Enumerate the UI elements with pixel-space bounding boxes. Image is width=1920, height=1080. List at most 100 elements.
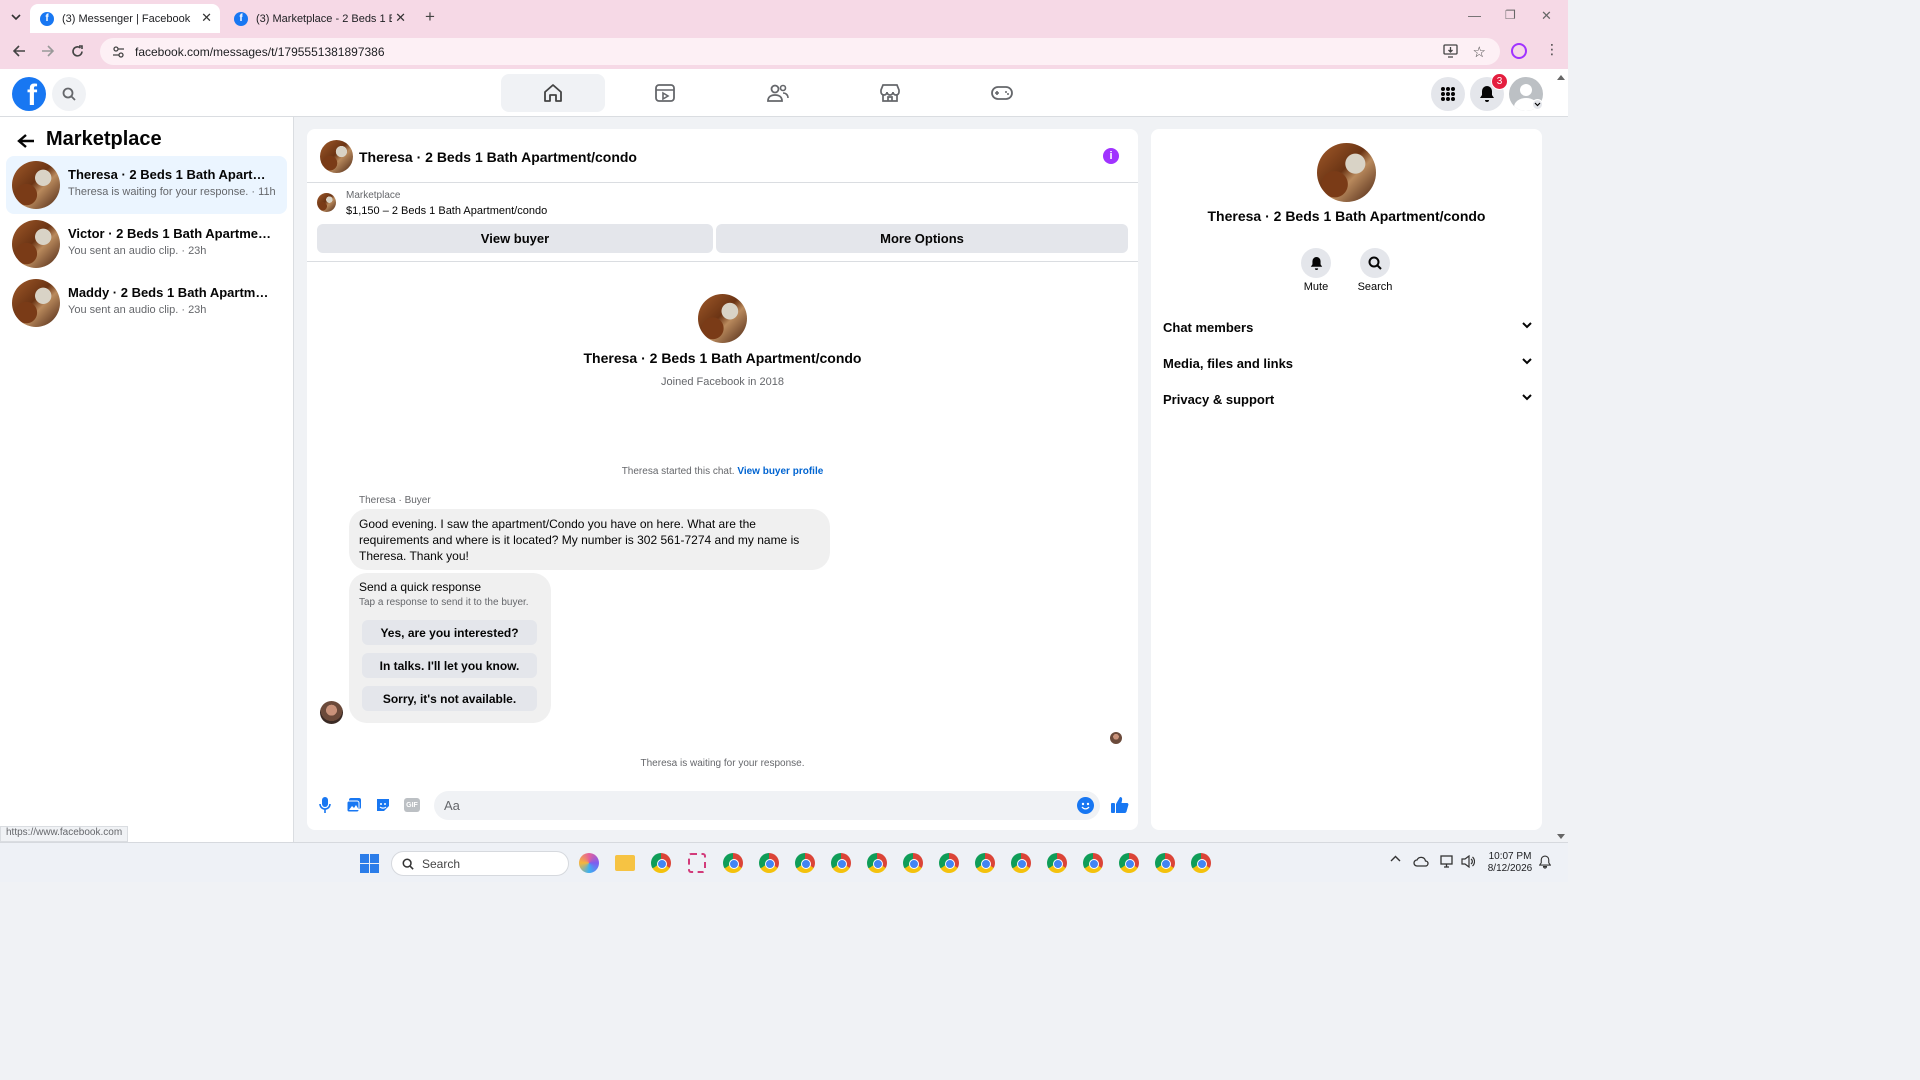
tab-search-icon[interactable]	[8, 9, 24, 25]
profile-icon[interactable]	[1511, 43, 1527, 59]
chrome-icon[interactable]	[759, 853, 779, 873]
conversation-title: Maddy · 2 Beds 1 Bath Apartment/...	[68, 285, 273, 300]
chat-title[interactable]: Theresa · 2 Beds 1 Bath Apartment/condo	[359, 149, 637, 165]
windows-start-icon[interactable]	[360, 854, 379, 873]
chrome-icon[interactable]	[903, 853, 923, 873]
message-input[interactable]: Aa	[434, 791, 1100, 820]
details-avatar[interactable]	[1317, 143, 1376, 202]
chrome-icon[interactable]	[1155, 853, 1175, 873]
chrome-icon[interactable]	[723, 853, 743, 873]
chrome-icon[interactable]	[831, 853, 851, 873]
search-icon	[402, 858, 414, 870]
reload-icon[interactable]	[68, 42, 86, 60]
view-buyer-button[interactable]: View buyer	[317, 224, 713, 253]
section-media-files-links[interactable]: Media, files and links	[1163, 350, 1533, 376]
volume-icon[interactable]	[1461, 855, 1475, 868]
conversation-item-victor[interactable]: Victor · 2 Beds 1 Bath Apartment/c... Yo…	[6, 215, 287, 273]
search-icon[interactable]	[1360, 248, 1390, 278]
emoji-icon[interactable]	[1077, 797, 1094, 814]
chrome-icon[interactable]	[1119, 853, 1139, 873]
more-options-button[interactable]: More Options	[716, 224, 1128, 253]
account-chevron-icon[interactable]	[1532, 99, 1543, 110]
mute-bell-icon[interactable]	[1301, 248, 1331, 278]
chrome-icon[interactable]	[795, 853, 815, 873]
info-icon[interactable]: i	[1103, 148, 1119, 164]
profile-avatar[interactable]	[698, 294, 747, 343]
taskbar-search-box[interactable]: Search	[391, 851, 569, 876]
page-scrollbar[interactable]	[1556, 72, 1566, 842]
clock[interactable]: 10:07 PM 8/12/2026	[1480, 851, 1540, 875]
nav-video[interactable]	[613, 74, 717, 112]
chrome-icon[interactable]	[1191, 853, 1211, 873]
nav-home[interactable]	[501, 74, 605, 112]
chrome-icon[interactable]	[975, 853, 995, 873]
tab-marketplace[interactable]: f (3) Marketplace - 2 Beds 1 Bath ✕	[224, 4, 414, 33]
url-field[interactable]: facebook.com/messages/t/1795551381897386…	[100, 38, 1500, 65]
chrome-icon[interactable]	[1083, 853, 1103, 873]
listing-photo-avatar	[12, 161, 60, 209]
back-arrow-icon[interactable]	[10, 42, 28, 60]
quick-response-option[interactable]: In talks. I'll let you know.	[362, 653, 537, 678]
photo-attach-icon[interactable]	[346, 797, 362, 813]
notification-center-icon[interactable]	[1539, 855, 1551, 869]
minimize-icon[interactable]: —	[1468, 8, 1481, 23]
quick-response-card: Send a quick response Tap a response to …	[349, 573, 551, 723]
network-icon[interactable]	[1440, 855, 1455, 868]
like-thumbs-up-icon[interactable]	[1110, 796, 1129, 814]
conversation-list-panel: Marketplace Theresa · 2 Beds 1 Bath Apar…	[0, 117, 294, 842]
chat-avatar[interactable]	[320, 140, 353, 173]
bookmark-star-icon[interactable]: ☆	[1473, 43, 1486, 61]
chat-started-note: Theresa started this chat. View buyer pr…	[307, 466, 1138, 477]
conversation-item-theresa[interactable]: Theresa · 2 Beds 1 Bath Apartment... The…	[6, 156, 287, 214]
message-bubble[interactable]: Good evening. I saw the apartment/Condo …	[349, 509, 830, 570]
section-label: Privacy & support	[1163, 391, 1275, 407]
chrome-icon[interactable]	[1011, 853, 1031, 873]
sticker-icon[interactable]	[375, 797, 391, 813]
microphone-icon[interactable]	[318, 796, 332, 814]
forward-arrow-icon[interactable]	[38, 42, 56, 60]
install-app-icon[interactable]	[1443, 44, 1458, 58]
search-label[interactable]: Search	[1345, 281, 1405, 293]
tab-messenger[interactable]: f (3) Messenger | Facebook ✕	[30, 4, 220, 33]
sender-avatar[interactable]	[320, 701, 343, 724]
facebook-logo-icon[interactable]: f	[12, 77, 46, 111]
conversation-preview: You sent an audio clip. · 23h	[68, 304, 207, 316]
copilot-icon[interactable]	[579, 853, 599, 873]
chrome-icon[interactable]	[651, 853, 671, 873]
window-close-icon[interactable]: ✕	[1541, 8, 1552, 24]
conversation-item-maddy[interactable]: Maddy · 2 Beds 1 Bath Apartment/... You …	[6, 274, 287, 332]
conversation-preview: You sent an audio clip. · 23h	[68, 245, 207, 257]
listing-thumbnail[interactable]	[317, 193, 336, 212]
chevron-down-icon	[1522, 394, 1532, 401]
snipping-tool-icon[interactable]	[688, 853, 706, 873]
quick-response-option[interactable]: Yes, are you interested?	[362, 620, 537, 645]
menu-grid-icon[interactable]	[1431, 77, 1465, 111]
mute-label[interactable]: Mute	[1286, 281, 1346, 293]
nav-marketplace[interactable]	[838, 74, 942, 112]
tab-close-icon[interactable]: ✕	[395, 10, 406, 26]
listing-price-title[interactable]: $1,150 – 2 Beds 1 Bath Apartment/condo	[346, 205, 547, 217]
nav-gaming[interactable]	[950, 74, 1054, 112]
back-arrow-icon[interactable]	[17, 133, 35, 149]
browser-menu-icon[interactable]: ⋮	[1545, 41, 1559, 58]
chrome-icon[interactable]	[1047, 853, 1067, 873]
search-icon[interactable]	[52, 77, 86, 111]
section-privacy-support[interactable]: Privacy & support	[1163, 386, 1533, 412]
tab-close-icon[interactable]: ✕	[201, 10, 212, 26]
chat-header: Theresa · 2 Beds 1 Bath Apartment/condo …	[307, 129, 1138, 183]
chrome-icon[interactable]	[867, 853, 887, 873]
site-info-icon[interactable]	[112, 45, 125, 58]
nav-friends[interactable]	[726, 74, 830, 112]
gif-icon[interactable]: GIF	[404, 798, 420, 812]
tray-chevron-up-icon[interactable]	[1390, 855, 1401, 863]
onedrive-cloud-icon[interactable]	[1413, 856, 1429, 867]
restore-icon[interactable]: ❐	[1505, 8, 1516, 22]
file-explorer-icon[interactable]	[615, 855, 635, 871]
view-buyer-profile-link[interactable]: View buyer profile	[737, 466, 823, 477]
new-tab-icon[interactable]: +	[425, 7, 435, 27]
quick-response-title: Send a quick response	[359, 580, 482, 594]
clock-time: 10:07 PM	[1488, 851, 1532, 862]
section-chat-members[interactable]: Chat members	[1163, 314, 1533, 340]
chrome-icon[interactable]	[939, 853, 959, 873]
quick-response-option[interactable]: Sorry, it's not available.	[362, 686, 537, 711]
